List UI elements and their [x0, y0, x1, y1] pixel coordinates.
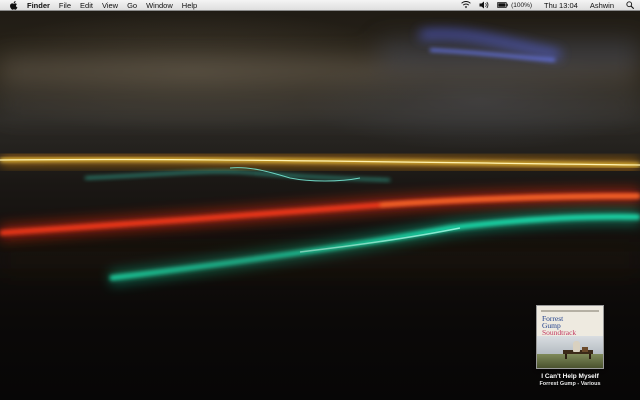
album-art[interactable]: Forrest Gump Soundtrack [536, 305, 604, 369]
menu-file[interactable]: File [59, 0, 71, 11]
album-art-bench-leg [565, 354, 567, 359]
wallpaper-lower-glow [0, 250, 640, 270]
now-playing-album-artist: Forrest Gump - Various [539, 381, 601, 387]
spotlight-search-icon[interactable] [626, 1, 634, 9]
album-art-title: Forrest Gump Soundtrack [542, 315, 577, 337]
now-playing-track-title: I Can't Help Myself [541, 373, 599, 380]
menu-edit[interactable]: Edit [80, 0, 93, 11]
album-art-title-line3: Soundtrack [542, 328, 577, 337]
battery-percentage: (100%) [511, 1, 533, 9]
wallpaper-teal-squiggle [84, 167, 391, 182]
wallpaper-yellow-streak [0, 153, 640, 171]
apple-icon[interactable] [9, 0, 18, 10]
album-art-ground [537, 354, 603, 368]
menu-view[interactable]: View [102, 0, 118, 11]
album-art-bench-leg [589, 354, 591, 359]
wifi-icon[interactable] [461, 0, 471, 11]
menu-window[interactable]: Window [146, 0, 173, 11]
album-art-suitcase [582, 347, 588, 352]
album-art-header-bar [541, 310, 599, 312]
menu-user-name[interactable]: Ashwin [590, 1, 614, 10]
album-art-person [573, 341, 580, 352]
menu-bar: Finder File Edit View Go Window Help (10… [0, 0, 640, 11]
menu-clock[interactable]: Thu 13:04 [544, 1, 578, 10]
menu-bar-left: Finder File Edit View Go Window Help [0, 0, 206, 10]
volume-icon[interactable] [479, 0, 489, 11]
now-playing-widget[interactable]: Forrest Gump Soundtrack I Can't Help Mys… [532, 305, 608, 387]
menu-help[interactable]: Help [182, 0, 197, 11]
battery-icon[interactable] [497, 0, 508, 11]
menu-app-finder[interactable]: Finder [27, 0, 50, 11]
desktop[interactable]: Finder File Edit View Go Window Help (10… [0, 0, 640, 400]
menu-go[interactable]: Go [127, 0, 137, 11]
menu-bar-status: (100%) Thu 13:04 Ashwin [453, 0, 640, 10]
